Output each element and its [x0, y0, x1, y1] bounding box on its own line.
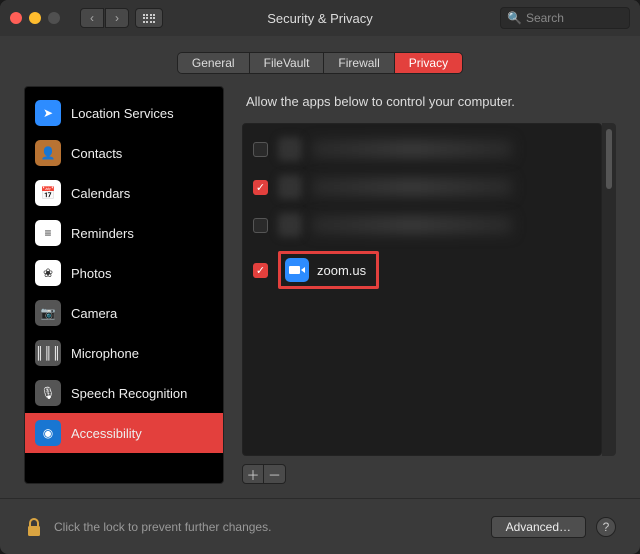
- zoom-window-button: [48, 12, 60, 24]
- minimize-window-button[interactable]: [29, 12, 41, 24]
- traffic-lights: [10, 12, 60, 24]
- advanced-button[interactable]: Advanced…: [491, 516, 586, 538]
- sidebar-item-microphone[interactable]: ║║║ Microphone: [25, 333, 223, 373]
- lock-text: Click the lock to prevent further change…: [54, 520, 271, 534]
- app-row[interactable]: ✓: [249, 172, 595, 202]
- back-button[interactable]: ‹: [80, 8, 104, 28]
- close-window-button[interactable]: [10, 12, 22, 24]
- tab-bar: GeneralFileVaultFirewallPrivacy: [0, 36, 640, 86]
- help-button[interactable]: ?: [596, 517, 616, 537]
- nav-buttons: ‹ ›: [80, 8, 129, 28]
- titlebar: ‹ › Security & Privacy 🔍 Search: [0, 0, 640, 36]
- sidebar-item-photos[interactable]: ❀ Photos: [25, 253, 223, 293]
- accessibility-icon: ◉: [35, 420, 61, 446]
- app-icon-redacted: [278, 137, 302, 161]
- tab-general[interactable]: General: [178, 53, 250, 73]
- app-row[interactable]: [249, 134, 595, 164]
- privacy-category-sidebar[interactable]: ➤ Location Services 👤 Contacts 📅 Calendars ≡ Re…: [24, 86, 224, 484]
- app-checkbox[interactable]: ✓: [253, 263, 268, 278]
- tab-filevault[interactable]: FileVault: [250, 53, 325, 73]
- app-name-redacted: [312, 140, 512, 158]
- search-placeholder: Search: [526, 11, 564, 25]
- microphone-icon: ║║║: [35, 340, 61, 366]
- scroll-thumb[interactable]: [606, 129, 612, 189]
- sidebar-item-label: Calendars: [71, 186, 130, 201]
- camera-icon: 📷: [35, 300, 61, 326]
- photos-icon: ❀: [35, 260, 61, 286]
- question-icon: ?: [603, 520, 610, 534]
- show-all-button[interactable]: [135, 8, 163, 28]
- reminders-icon: ≡: [35, 220, 61, 246]
- sidebar-item-label: Location Services: [71, 106, 174, 121]
- add-app-button[interactable]: ＋: [242, 464, 264, 484]
- app-checkbox[interactable]: [253, 142, 268, 157]
- sidebar-item-label: Camera: [71, 306, 117, 321]
- app-row[interactable]: ✓ zoom.us: [249, 248, 595, 292]
- sidebar-item-location-services[interactable]: ➤ Location Services: [25, 93, 223, 133]
- zoom-icon: [285, 258, 309, 282]
- chevron-left-icon: ‹: [90, 11, 94, 25]
- app-list[interactable]: ✓ ✓ zoom.us: [242, 123, 602, 456]
- tab-privacy[interactable]: Privacy: [395, 53, 462, 73]
- grid-icon: [143, 14, 156, 23]
- contacts-icon: 👤: [35, 140, 61, 166]
- preferences-window: ‹ › Security & Privacy 🔍 Search GeneralF…: [0, 0, 640, 554]
- search-input[interactable]: 🔍 Search: [500, 7, 630, 29]
- tab-firewall[interactable]: Firewall: [324, 53, 394, 73]
- sidebar-item-label: Speech Recognition: [71, 386, 187, 401]
- forward-button[interactable]: ›: [105, 8, 129, 28]
- sidebar-item-label: Contacts: [71, 146, 122, 161]
- sidebar-item-camera[interactable]: 📷 Camera: [25, 293, 223, 333]
- sidebar-item-contacts[interactable]: 👤 Contacts: [25, 133, 223, 173]
- app-checkbox[interactable]: [253, 218, 268, 233]
- search-icon: 🔍: [507, 11, 522, 25]
- app-icon-redacted: [278, 213, 302, 237]
- app-row[interactable]: [249, 210, 595, 240]
- location-arrow-icon: ➤: [35, 100, 61, 126]
- sidebar-item-speech-recognition[interactable]: 🎙 Speech Recognition: [25, 373, 223, 413]
- chevron-right-icon: ›: [115, 11, 119, 25]
- app-name-label: zoom.us: [317, 263, 366, 278]
- sidebar-item-label: Reminders: [71, 226, 134, 241]
- sidebar-item-calendars[interactable]: 📅 Calendars: [25, 173, 223, 213]
- sidebar-item-label: Microphone: [71, 346, 139, 361]
- add-remove-buttons: ＋ －: [242, 464, 616, 484]
- remove-app-button[interactable]: －: [264, 464, 286, 484]
- app-name-redacted: [312, 178, 512, 196]
- speech-icon: 🎙: [35, 380, 61, 406]
- sidebar-item-accessibility[interactable]: ◉ Accessibility: [25, 413, 223, 453]
- app-name-redacted: [312, 216, 512, 234]
- app-checkbox[interactable]: ✓: [253, 180, 268, 195]
- window-title: Security & Privacy: [267, 11, 372, 26]
- highlighted-app: zoom.us: [278, 251, 379, 289]
- sidebar-item-label: Accessibility: [71, 426, 142, 441]
- lock-icon: [24, 516, 44, 538]
- sidebar-item-label: Photos: [71, 266, 111, 281]
- app-icon-redacted: [278, 175, 302, 199]
- footer: Click the lock to prevent further change…: [0, 498, 640, 554]
- sidebar-item-reminders[interactable]: ≡ Reminders: [25, 213, 223, 253]
- calendar-icon: 📅: [35, 180, 61, 206]
- scrollbar[interactable]: [602, 123, 616, 456]
- main-pane: Allow the apps below to control your com…: [242, 86, 616, 484]
- pane-description: Allow the apps below to control your com…: [242, 86, 616, 123]
- content-area: ➤ Location Services 👤 Contacts 📅 Calendars ≡ Re…: [0, 86, 640, 498]
- lock-control[interactable]: Click the lock to prevent further change…: [24, 516, 271, 538]
